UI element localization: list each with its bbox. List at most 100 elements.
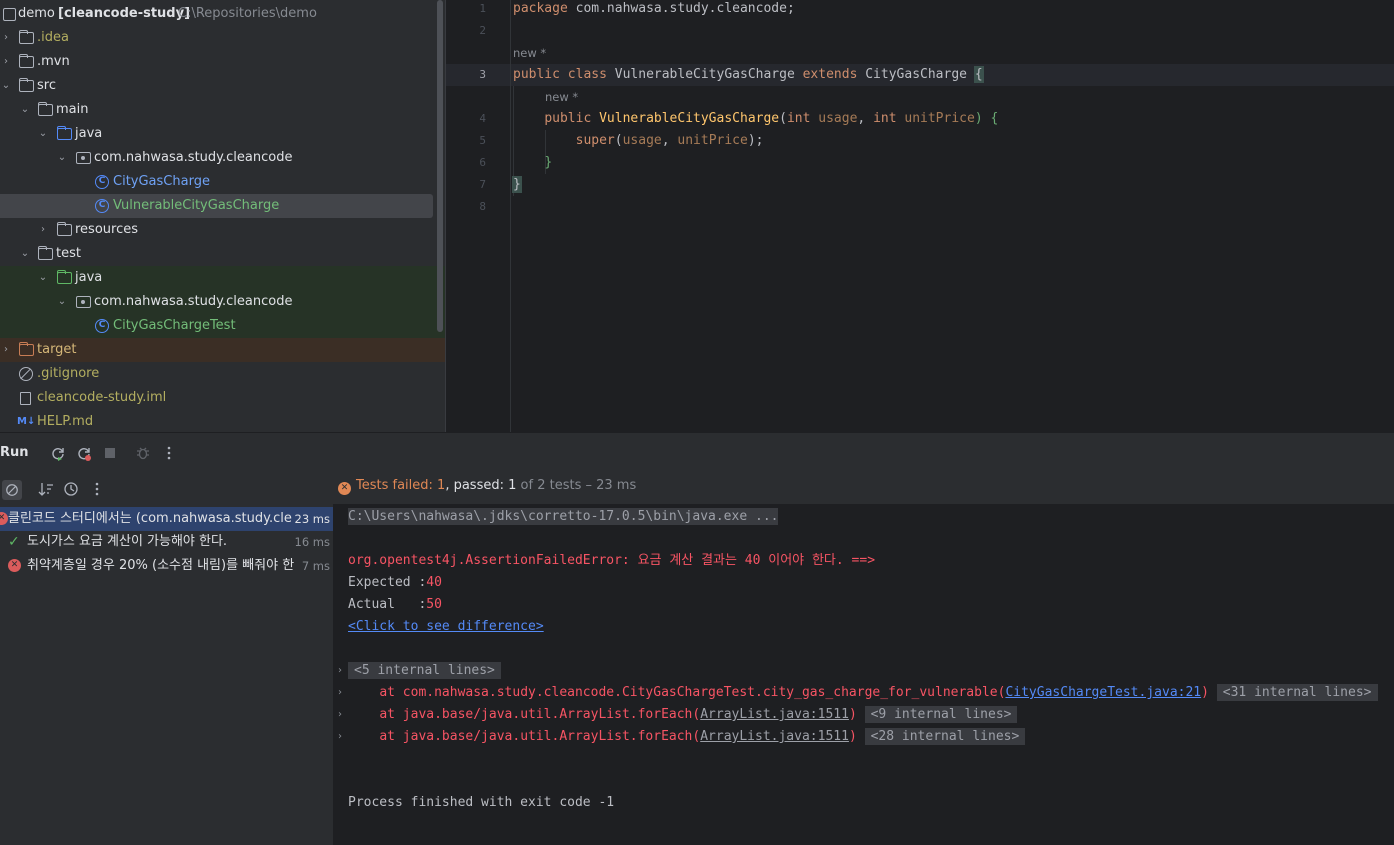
line-number: 4 [479,112,486,125]
chevron-down-icon[interactable]: ⌄ [19,98,31,122]
stop-icon[interactable] [102,445,118,461]
test-label: 도시가스 요금 계산이 가능해야 한다. [27,534,228,549]
code-line-7[interactable]: } [512,174,522,196]
code-line-5[interactable]: super(usage, unitPrice); [513,130,764,152]
console-output[interactable]: C:\Users\nahwasa\.jdks\corretto-17.0.5\b… [335,504,1394,845]
chevron-down-icon[interactable]: ⌄ [56,290,68,314]
chevron-right-icon[interactable]: › [0,50,12,74]
chevron-down-icon[interactable]: ⌄ [19,242,31,266]
tree-item-main[interactable]: ⌄ main [0,98,445,122]
chevron-down-icon[interactable]: ⌄ [56,146,68,170]
tree-item-test-package[interactable]: ⌄ com.nahwasa.study.cleancode [0,290,445,314]
keyword: package [513,1,568,16]
chevron-down-icon[interactable]: ⌄ [37,122,49,146]
code-line-6[interactable]: } [513,152,552,174]
code-text: ( [779,111,787,126]
stack-frame-link[interactable]: ArrayList.java:1511 [700,707,849,722]
more-options-icon[interactable] [89,481,105,497]
test-suite-row[interactable]: ✕ 클린코드 스터디에서는 (com.nahwasa.study.cle 23 … [0,507,333,531]
code-line-4[interactable]: public VulnerableCityGasCharge(int usage… [513,108,998,130]
code-vision-hint[interactable]: new * [513,42,546,64]
test-case-row[interactable]: ✓ 도시가스 요금 계산이 가능해야 한다. 16 ms [0,530,333,554]
stack-frame-text: at java.base/java.util.ArrayList.forEach… [379,729,701,744]
internal-lines-fold[interactable]: <31 internal lines> [1216,684,1378,701]
tree-item-vulnerablecitygascharge[interactable]: C VulnerableCityGasCharge [0,194,433,218]
run-tool-window-title: Run [0,445,29,460]
rerun-failed-icon[interactable] [76,445,92,461]
stack-trace-line: at com.nahwasa.study.cleancode.CityGasCh… [348,682,1378,704]
line-number: 8 [479,200,486,213]
code-line-3[interactable]: public class VulnerableCityGasCharge ext… [513,64,984,86]
console-error-line: org.opentest4j.AssertionFailedError: 요금 … [348,553,876,568]
stack-frame-link[interactable]: CityGasChargeTest.java:21 [1005,685,1201,700]
show-passed-toggle-icon[interactable] [2,480,22,500]
console-command-line[interactable]: C:\Users\nahwasa\.jdks\corretto-17.0.5\b… [348,506,779,528]
fold-arrow-icon[interactable]: › [338,665,342,676]
source-folder-icon [57,126,72,140]
chevron-right-icon[interactable]: › [37,218,49,242]
test-case-row[interactable]: ✕ 취약계층일 경우 20% (소수점 내림)를 빼줘야 한 7 ms [0,554,333,578]
tree-item-mvn[interactable]: › .mvn [0,50,445,74]
console-command[interactable]: C:\Users\nahwasa\.jdks\corretto-17.0.5\b… [348,508,779,525]
chevron-right-icon[interactable]: › [0,338,12,362]
tree-item-idea[interactable]: › .idea [0,26,445,50]
sort-by-duration-icon[interactable] [63,481,79,497]
line-number: 7 [479,178,486,191]
tree-item-citygaschargetest[interactable]: C CityGasChargeTest [0,314,445,338]
tree-item-main-package[interactable]: ⌄ com.nahwasa.study.cleancode [0,146,445,170]
test-status-summary: ✕ Tests failed: 1, passed: 1 of 2 tests –… [338,478,636,495]
sort-icon[interactable] [38,481,54,497]
project-root-module: [cleancode-study] [58,6,191,21]
parameter: unitPrice [904,111,975,126]
tree-item-resources[interactable]: › resources [0,218,445,242]
stack-frame-link[interactable]: ArrayList.java:1511 [700,729,849,744]
chevron-right-icon[interactable]: › [0,26,12,50]
tests-failed-icon: ✕ [338,482,351,495]
internal-lines-fold[interactable]: <9 internal lines> [864,706,1018,723]
chevron-down-icon[interactable]: ⌄ [37,266,49,290]
tree-item-label: HELP.md [37,414,94,429]
tree-item-help-md[interactable]: M↓ HELP.md [0,410,445,432]
tree-item-label: target [37,342,77,357]
stack-frame-text: ) [848,707,857,722]
internal-lines-fold[interactable]: <28 internal lines> [864,728,1026,745]
tree-item-label: test [56,246,81,261]
class-name: VulnerableCityGasCharge [614,67,795,82]
rerun-icon[interactable] [50,445,66,461]
test-passed-icon: ✓ [8,534,20,550]
code-text: , [857,111,874,126]
code-text: com.nahwasa.study.cleancode; [567,1,795,16]
status-total: of 2 tests – 23 ms [516,478,637,493]
tree-item-test[interactable]: ⌄ test [0,242,445,266]
code-vision-hint[interactable]: new * [545,86,578,108]
tree-item-label: resources [75,222,139,237]
fold-arrow-icon[interactable]: › [338,731,342,742]
fold-arrow-icon[interactable]: › [338,709,342,720]
excluded-folder-icon [19,342,34,356]
expected-label: Expected : [348,575,427,590]
matched-brace: { [973,66,984,83]
fold-arrow-icon[interactable]: › [338,687,342,698]
more-options-icon[interactable] [161,445,177,461]
tree-item-iml[interactable]: cleancode-study.iml [0,386,445,410]
test-failed-icon: ✕ [8,559,21,572]
actual-label: Actual : [348,597,427,612]
tree-item-src[interactable]: ⌄ src [0,74,445,98]
internal-lines-fold[interactable]: <5 internal lines> [348,662,501,679]
test-duration: 16 ms [294,535,330,549]
parameter: usage [818,111,858,126]
code-line-1[interactable]: package com.nahwasa.study.cleancode; [513,0,795,20]
tree-item-gitignore[interactable]: .gitignore [0,362,445,386]
console-fold-line[interactable]: <5 internal lines> [348,660,501,682]
project-root-row[interactable]: demo [cleancode-study] C:\Repositories\d… [0,2,445,26]
tree-item-target[interactable]: › target [0,338,445,362]
code-editor[interactable]: 1 2 3 4 5 6 7 8 package com.nahwasa.stud… [445,0,1394,432]
tree-item-citygascharge[interactable]: C CityGasCharge [0,170,445,194]
project-tool-window: demo [cleancode-study] C:\Repositories\d… [0,0,445,432]
chevron-down-icon[interactable]: ⌄ [0,74,12,98]
debug-icon[interactable] [135,445,151,461]
tree-item-test-java[interactable]: ⌄ java [0,266,445,290]
tree-item-main-java[interactable]: ⌄ java [0,122,445,146]
see-difference-link[interactable]: <Click to see difference> [348,616,544,638]
project-scrollbar[interactable] [437,0,443,332]
